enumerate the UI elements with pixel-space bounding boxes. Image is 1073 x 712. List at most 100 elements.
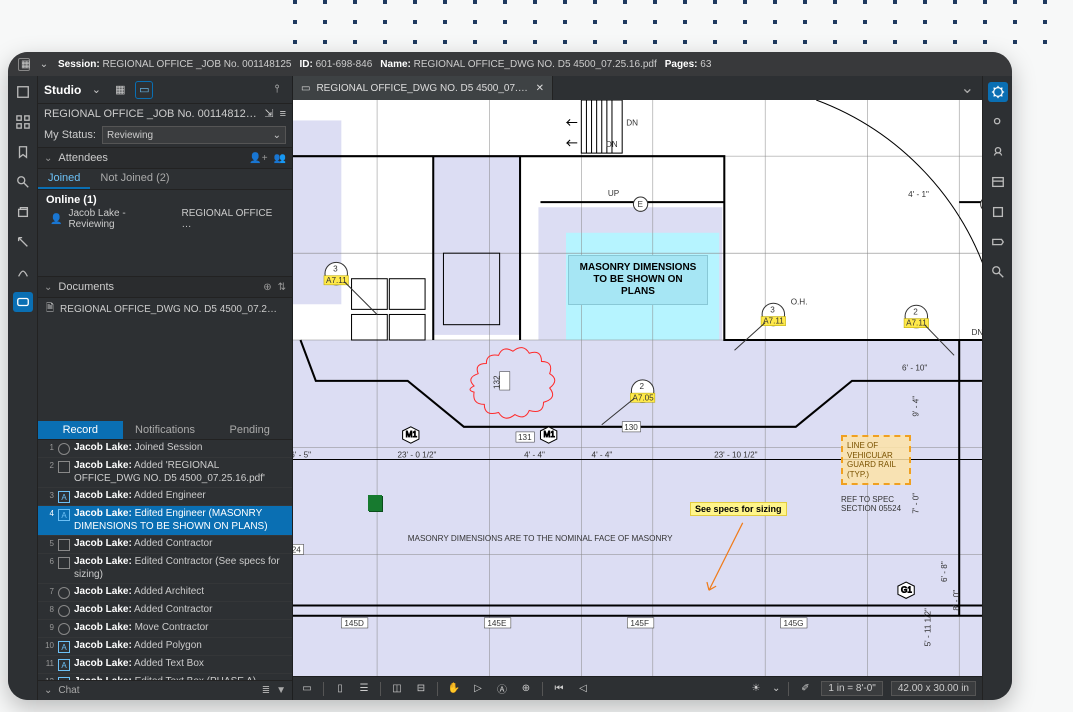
app-menu-chevron[interactable]: ⌄ — [38, 59, 50, 70]
attendee-name: Jacob Lake - Reviewing — [68, 208, 169, 230]
session-value: REGIONAL OFFICE _JOB No. 001148125 — [102, 59, 291, 70]
chat-toggle-icon[interactable]: ⌄ — [44, 685, 52, 696]
search-panel-icon[interactable] — [988, 262, 1008, 282]
record-index: 10 — [42, 640, 54, 650]
session-settings-icon[interactable]: ≡ — [280, 108, 286, 120]
record-row[interactable]: 4AJacob Lake: Edited Engineer (MASONRY D… — [38, 506, 292, 536]
document-tab[interactable]: ▭ REGIONAL OFFICE_DWG NO. D5 4500_07.25.… — [293, 76, 553, 100]
pan-icon[interactable]: ✋ — [446, 681, 462, 697]
layers-icon[interactable] — [988, 142, 1008, 162]
forms-icon[interactable] — [13, 262, 33, 282]
document-item[interactable]: 🗎 REGIONAL OFFICE_DWG NO. D5 4500_07.2… — [38, 298, 292, 321]
panel-dropdown-icon[interactable]: ⌄ — [87, 81, 105, 99]
toolchest-icon[interactable] — [13, 172, 33, 192]
svg-text:131: 131 — [518, 433, 532, 442]
scale-field[interactable]: 1 in = 8'-0" — [821, 681, 882, 696]
close-tab-icon[interactable]: ✕ — [536, 83, 544, 94]
bookmarks-icon[interactable] — [13, 142, 33, 162]
sort-documents-icon[interactable]: ⇅ — [278, 282, 286, 293]
session-label: Session: — [58, 59, 100, 70]
status-dropdown[interactable]: Reviewing⌄ — [102, 126, 286, 144]
tab-notjoined[interactable]: Not Joined (2) — [90, 169, 179, 189]
record-badge — [58, 557, 70, 569]
collapse-tabs-icon[interactable]: ⌄ — [953, 78, 982, 98]
search-icon[interactable] — [988, 112, 1008, 132]
page-nav-icon[interactable]: ▭ — [299, 681, 315, 697]
dims-field[interactable]: 42.00 x 30.00 in — [891, 681, 976, 696]
select-text-icon[interactable]: Ⓐ — [494, 681, 510, 697]
record-row[interactable]: 11AJacob Lake: Added Text Box — [38, 656, 292, 674]
tab-record[interactable]: Record — [38, 421, 123, 439]
split-v-icon[interactable]: ◫ — [389, 681, 405, 697]
thumbnails-icon[interactable] — [13, 112, 33, 132]
studio-icon[interactable] — [13, 292, 33, 312]
record-list[interactable]: 1Jacob Lake: Joined Session2Jacob Lake: … — [38, 440, 292, 680]
links-icon[interactable] — [13, 232, 33, 252]
first-page-icon[interactable]: ⏮ — [551, 681, 567, 697]
leave-session-icon[interactable]: ⇲ — [264, 107, 273, 120]
tab-pending[interactable]: Pending — [207, 421, 292, 439]
svg-text:4' - 1": 4' - 1" — [908, 190, 929, 199]
record-row[interactable]: 1Jacob Lake: Joined Session — [38, 440, 292, 458]
record-row[interactable]: 2Jacob Lake: Added 'REGIONAL OFFICE_DWG … — [38, 458, 292, 488]
svg-text:145F: 145F — [630, 619, 649, 628]
file-access-icon[interactable] — [13, 82, 33, 102]
svg-text:7' - 0": 7' - 0" — [911, 493, 920, 514]
attendee-row[interactable]: 👤 Jacob Lake - Reviewing REGIONAL OFFICE… — [46, 206, 284, 232]
properties-icon[interactable] — [988, 82, 1008, 102]
markups-list-icon[interactable]: ≣ — [262, 685, 270, 696]
app-menu-icon[interactable]: ▦ — [18, 58, 30, 71]
session-type-icon[interactable]: ▦ — [111, 81, 129, 99]
svg-text:MASONRY DIMENSIONS ARE TO THE: MASONRY DIMENSIONS ARE TO THE NOMINAL FA… — [408, 534, 673, 543]
record-row[interactable]: 6Jacob Lake: Edited Contractor (See spec… — [38, 554, 292, 584]
record-row[interactable]: 8Jacob Lake: Added Contractor — [38, 602, 292, 620]
session-view-icon[interactable]: ▭ — [135, 81, 153, 99]
record-index: 4 — [42, 508, 54, 518]
svg-text:DN: DN — [626, 119, 638, 128]
tab-joined[interactable]: Joined — [38, 169, 90, 189]
calibrate-icon[interactable]: ✐ — [797, 681, 813, 697]
pin-icon[interactable]: ⫯ — [268, 81, 286, 99]
viewport[interactable]: 132 131 130 3 A7.11 2 — [293, 100, 982, 676]
record-row[interactable]: 10AJacob Lake: Added Polygon — [38, 638, 292, 656]
collapse-attendees-icon[interactable]: ⌄ — [44, 153, 52, 164]
collapse-documents-icon[interactable]: ⌄ — [44, 282, 52, 293]
pdf-icon: 🗎 — [46, 301, 54, 318]
record-badge: A — [58, 491, 70, 503]
callout-guardrail[interactable]: LINE OF VEHICULAR GUARD RAIL (TYP.) — [841, 435, 911, 485]
select-icon[interactable]: ▷ — [470, 681, 486, 697]
record-body: Jacob Lake: Added Architect — [74, 586, 288, 599]
record-row[interactable]: 5Jacob Lake: Added Contractor — [38, 536, 292, 554]
record-index: 3 — [42, 490, 54, 500]
sets-icon[interactable] — [13, 202, 33, 222]
record-row[interactable]: 9Jacob Lake: Move Contractor — [38, 620, 292, 638]
svg-text:132: 132 — [493, 375, 502, 389]
measurements-icon[interactable] — [988, 172, 1008, 192]
zoom-icon[interactable]: ⊕ — [518, 681, 534, 697]
split-h-icon[interactable]: ⊟ — [413, 681, 429, 697]
tab-notifications[interactable]: Notifications — [123, 421, 208, 439]
attendees-title: Attendees — [58, 152, 108, 164]
3d-icon[interactable] — [988, 202, 1008, 222]
links-panel-icon[interactable] — [988, 232, 1008, 252]
add-document-icon[interactable]: ⊕ — [263, 282, 271, 293]
dimmer-chevron[interactable]: ⌄ — [772, 683, 780, 694]
prev-page-icon[interactable]: ◁ — [575, 681, 591, 697]
single-page-icon[interactable]: ▯ — [332, 681, 348, 697]
dimmer-icon[interactable]: ☀ — [748, 681, 764, 697]
svg-text:A7.11: A7.11 — [326, 276, 347, 285]
follow-icon[interactable]: 👥 — [274, 153, 286, 164]
filter-icon[interactable]: ▼ — [276, 685, 286, 696]
sticky-note-icon[interactable] — [368, 495, 382, 511]
left-rail — [8, 76, 38, 700]
record-row[interactable]: 7Jacob Lake: Added Architect — [38, 584, 292, 602]
svg-text:5' - 11 1/2": 5' - 11 1/2" — [924, 608, 933, 646]
name-label: Name: — [380, 59, 411, 70]
record-row[interactable]: 3AJacob Lake: Added Engineer — [38, 488, 292, 506]
callout-masonry[interactable]: MASONRY DIMENSIONS TO BE SHOWN ON PLANS — [568, 255, 708, 305]
callout-specs[interactable]: See specs for sizing — [690, 502, 787, 516]
svg-text:DN: DN — [606, 140, 618, 149]
project-name: REGIONAL OFFICE _JOB No. 001148125 - 601… — [44, 108, 258, 120]
continuous-icon[interactable]: ☰ — [356, 681, 372, 697]
invite-icon[interactable]: 👤+ — [249, 153, 267, 164]
